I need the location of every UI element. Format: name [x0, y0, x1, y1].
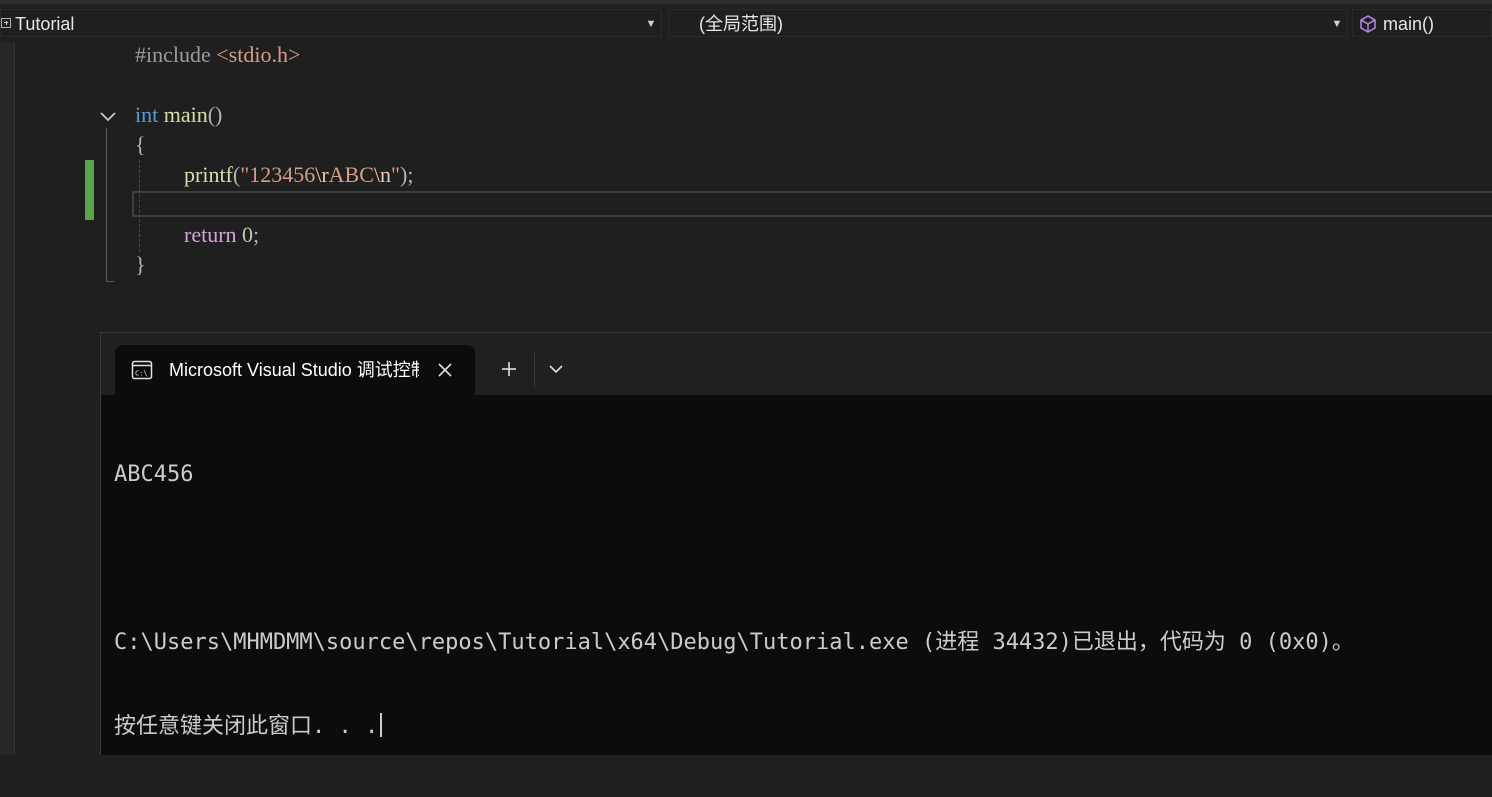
console-output[interactable]: ABC456 C:\Users\MHMDMM\source\repos\Tuto… [114, 405, 1354, 797]
member-label: main() [1383, 14, 1435, 34]
tab-divider [534, 353, 535, 387]
scope-dropdown[interactable]: (全局范围) ▼ [668, 9, 1348, 37]
change-marker [85, 160, 94, 220]
console-line: C:\Users\MHMDMM\source\repos\Tutorial\x6… [114, 630, 1354, 655]
project-label: Tutorial [15, 14, 75, 34]
editor-gutter [0, 42, 15, 755]
console-line: ABC456 [114, 462, 194, 487]
text-cursor [380, 713, 383, 737]
code-line-brace-open: { [135, 132, 146, 157]
member-dropdown[interactable]: main() [1352, 9, 1492, 37]
current-line-highlight [132, 191, 1492, 217]
code-line-brace-close: } [135, 252, 146, 277]
console-icon: C:\ [131, 360, 153, 380]
project-dropdown[interactable]: Tutorial ▼ [0, 9, 662, 37]
close-icon[interactable] [435, 360, 455, 380]
console-line-text: 按任意键关闭此窗口. . . [114, 714, 379, 739]
method-cube-icon [1360, 15, 1376, 33]
code-editor[interactable]: #include <stdio.h> int main() { printf("… [15, 42, 1492, 332]
debug-console-window: C:\ Microsoft Visual Studio 调试控制台 ABC456… [100, 332, 1492, 755]
svg-text:C:\: C:\ [135, 370, 148, 378]
scope-label: (全局范围) [699, 14, 783, 34]
terminal-tab-title: Microsoft Visual Studio 调试控制台 [169, 360, 419, 380]
code-line-main: int main() [135, 102, 223, 127]
code-line-include: #include <stdio.h> [135, 42, 301, 67]
project-icon [1, 18, 11, 28]
code-line-printf: printf("123456\rABC\n"); [184, 162, 414, 187]
new-tab-plus-icon[interactable] [499, 359, 519, 379]
navigation-bar: Tutorial ▼ (全局范围) ▼ main() [0, 0, 1492, 42]
console-line: 按任意键关闭此窗口. . . [114, 713, 1354, 741]
dropdown-arrow-icon: ▼ [645, 18, 657, 30]
fold-guide-end [106, 281, 114, 282]
code-line-return: return 0; [184, 222, 260, 247]
terminal-tab[interactable]: C:\ Microsoft Visual Studio 调试控制台 [115, 345, 475, 395]
chevron-down-icon[interactable] [547, 361, 565, 377]
fold-guide [106, 128, 107, 282]
collapse-chevron-icon[interactable] [99, 108, 117, 126]
indent-guide [139, 160, 140, 252]
dropdown-arrow-icon: ▼ [1331, 18, 1343, 30]
terminal-tab-strip: C:\ Microsoft Visual Studio 调试控制台 [101, 333, 1492, 395]
